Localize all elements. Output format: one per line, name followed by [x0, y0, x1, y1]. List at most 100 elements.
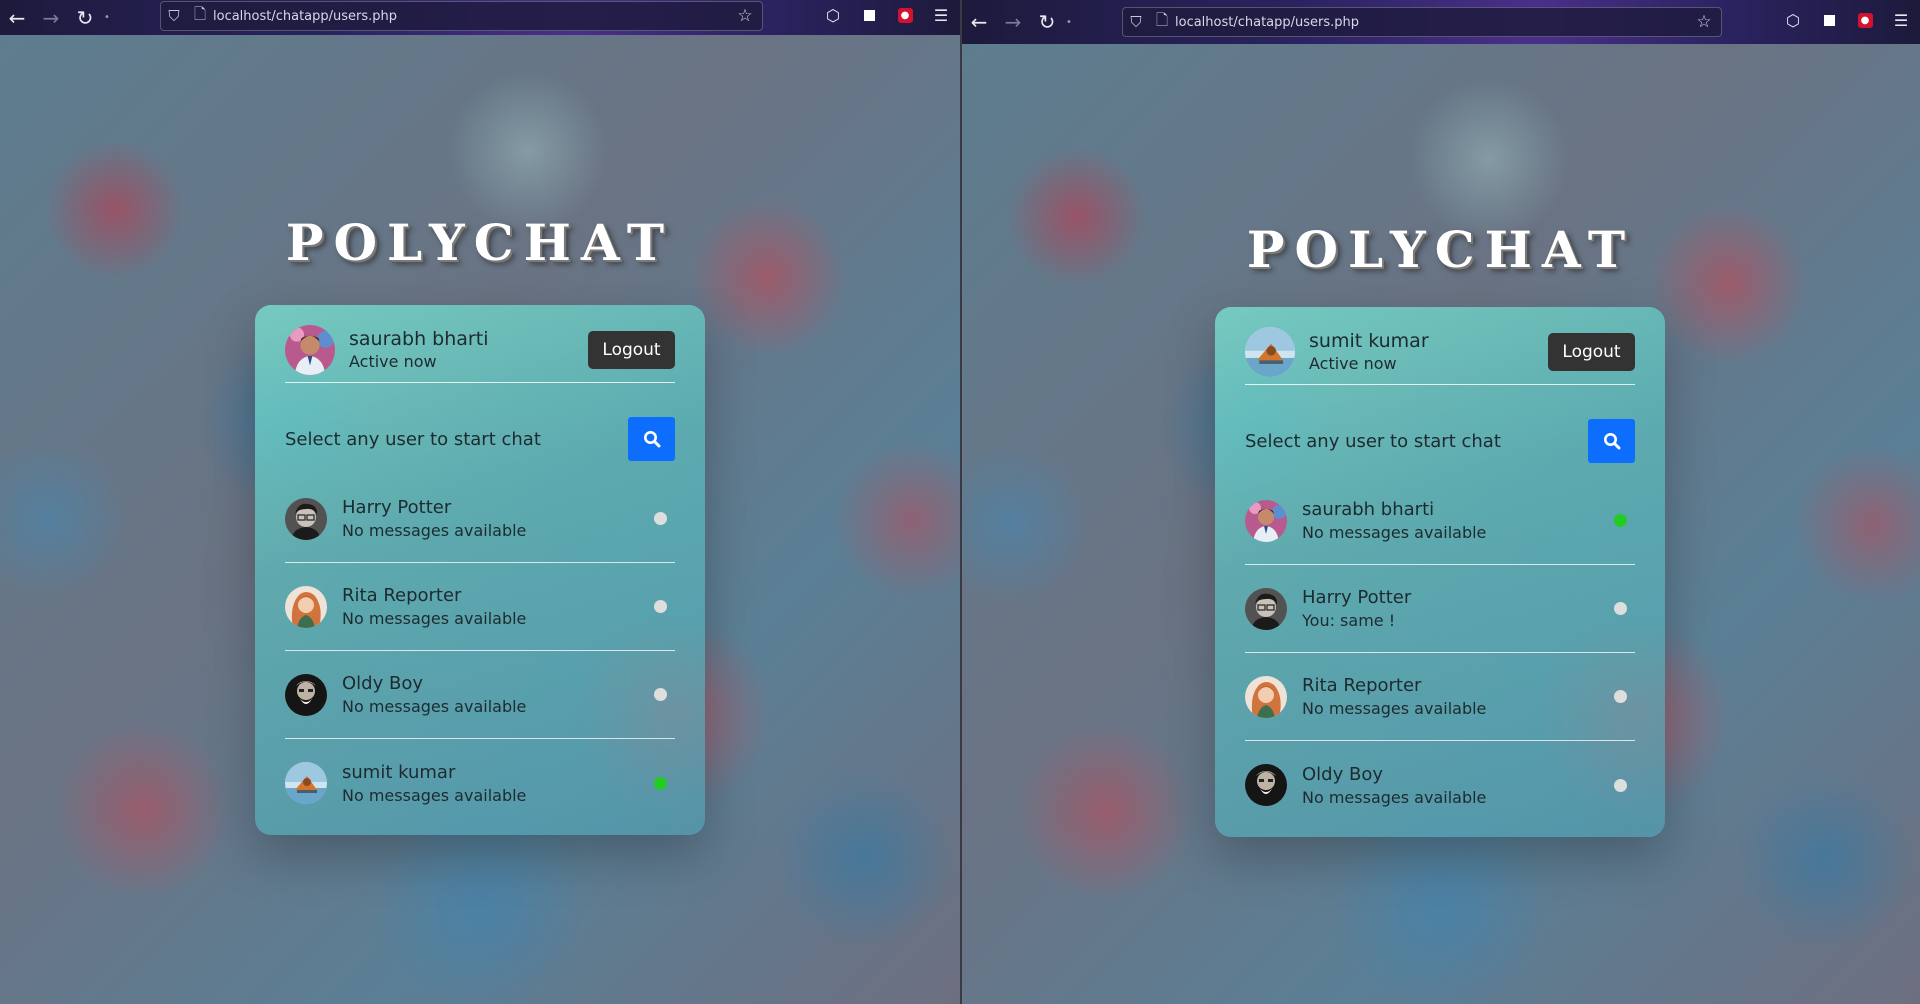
shield-icon[interactable]: ⛉	[161, 7, 187, 25]
adblock-icon[interactable]: ●	[894, 4, 916, 26]
menu-icon[interactable]: ☰	[1890, 9, 1912, 31]
current-user-avatar	[1245, 327, 1295, 377]
user-row-rita-reporter[interactable]: Rita Reporter No messages available	[285, 563, 675, 651]
user-row-sumit-kumar[interactable]: sumit kumar No messages available	[285, 739, 675, 827]
user-avatar	[1245, 676, 1287, 718]
logout-button[interactable]: Logout	[588, 330, 675, 369]
user-last-message: No messages available	[342, 697, 527, 716]
status-dot-offline	[654, 512, 667, 525]
users-card: sumit kumar Active now Logout Select any…	[1215, 307, 1665, 837]
user-row-harry-potter[interactable]: Harry Potter No messages available	[285, 475, 675, 563]
user-avatar	[285, 586, 327, 628]
user-name: Rita Reporter	[1302, 675, 1422, 696]
avatar-image-icon	[1245, 588, 1287, 630]
browser-toolbar: ← → ↻ • ⛉ 🗋 localhost/chatapp/users.php …	[0, 0, 960, 35]
browser-window-right: ← → ↻ • ⛉ 🗋 localhost/chatapp/users.php …	[962, 0, 1920, 1004]
search-button[interactable]	[1588, 419, 1635, 463]
user-row-harry-potter[interactable]: Harry Potter You: same !	[1245, 565, 1635, 653]
user-avatar	[1245, 588, 1287, 630]
user-list: saurabh bharti No messages available Har…	[1245, 477, 1635, 829]
user-name: Harry Potter	[342, 497, 452, 518]
brand-title: POLYCHAT	[285, 213, 675, 272]
current-user-avatar	[285, 325, 335, 375]
avatar-image-icon	[285, 325, 335, 375]
bookmark-star-icon[interactable]: ☆	[728, 6, 762, 26]
extension-square-icon[interactable]	[858, 4, 880, 26]
user-row-oldy-boy[interactable]: Oldy Boy No messages available	[1245, 741, 1635, 829]
user-row-saurabh-bharti[interactable]: saurabh bharti No messages available	[1245, 477, 1635, 565]
browser-toolbar: ← → ↻ • ⛉ 🗋 localhost/chatapp/users.php …	[962, 0, 1920, 44]
status-dot-offline	[654, 688, 667, 701]
avatar-image-icon	[285, 674, 327, 716]
page-viewport: POLYCHAT sumit kumar Active now Logout S…	[962, 44, 1920, 1004]
avatar-image-icon	[1245, 500, 1287, 542]
adblock-icon[interactable]: ●	[1854, 9, 1876, 31]
browser-window-left: ← → ↻ • ⛉ 🗋 localhost/chatapp/users.php …	[0, 0, 960, 1004]
pocket-icon[interactable]: ⬡	[822, 4, 844, 26]
search-row: Select any user to start chat	[1245, 419, 1635, 463]
user-name: Harry Potter	[1302, 587, 1412, 608]
status-dot-offline	[1614, 602, 1627, 615]
current-user-header: sumit kumar Active now Logout	[1245, 325, 1635, 385]
back-icon[interactable]: ←	[962, 7, 996, 37]
page-viewport: POLYCHAT saurabh bharti Active now Logou…	[0, 35, 960, 1004]
status-dot-online	[654, 776, 667, 790]
user-name: Oldy Boy	[342, 673, 423, 694]
page-icon: 🗋	[193, 4, 207, 23]
logout-button[interactable]: Logout	[1548, 332, 1635, 371]
search-button[interactable]	[628, 417, 675, 461]
status-dot-online	[1614, 514, 1627, 527]
shield-icon[interactable]: ⛉	[1123, 13, 1149, 31]
current-user-name: sumit kumar	[1309, 330, 1429, 352]
status-dot-offline	[1614, 690, 1627, 703]
menu-icon[interactable]: ☰	[930, 4, 952, 26]
bookmark-star-icon[interactable]: ☆	[1687, 12, 1721, 32]
url-text[interactable]: localhost/chatapp/users.php	[1175, 15, 1687, 30]
search-prompt: Select any user to start chat	[1245, 430, 1501, 452]
avatar-image-icon	[1245, 764, 1287, 806]
avatar-image-icon	[1245, 676, 1287, 718]
search-icon	[1603, 433, 1620, 450]
url-text[interactable]: localhost/chatapp/users.php	[213, 9, 728, 24]
user-avatar	[285, 762, 327, 804]
avatar-image-icon	[285, 762, 327, 804]
user-avatar	[285, 498, 327, 540]
user-name: sumit kumar	[342, 761, 456, 783]
page-icon: 🗋	[1155, 10, 1169, 29]
user-avatar	[1245, 500, 1287, 542]
reload-icon[interactable]: ↻	[68, 3, 102, 33]
user-row-oldy-boy[interactable]: Oldy Boy No messages available	[285, 651, 675, 739]
current-user-name: saurabh bharti	[349, 328, 489, 350]
avatar-image-icon	[1245, 327, 1295, 377]
user-last-message: No messages available	[342, 609, 527, 628]
toolbar-spacer-dot: •	[1066, 16, 1072, 28]
user-avatar	[1245, 764, 1287, 806]
reload-icon[interactable]: ↻	[1030, 7, 1064, 37]
address-bar[interactable]: ⛉ 🗋 localhost/chatapp/users.php ☆	[160, 1, 763, 31]
pocket-icon[interactable]: ⬡	[1782, 9, 1804, 31]
user-last-message: No messages available	[1302, 787, 1487, 807]
search-row: Select any user to start chat	[285, 417, 675, 461]
back-icon[interactable]: ←	[0, 3, 34, 33]
user-last-message: No messages available	[1302, 523, 1487, 542]
user-last-message: No messages available	[342, 521, 527, 540]
toolbar-spacer-dot: •	[104, 12, 110, 23]
forward-icon[interactable]: →	[996, 7, 1030, 37]
status-dot-offline	[654, 600, 667, 613]
user-last-message: No messages available	[342, 785, 527, 805]
extension-square-icon[interactable]	[1818, 9, 1840, 31]
user-name: Rita Reporter	[342, 585, 462, 606]
status-dot-offline	[1614, 778, 1627, 792]
brand-title: POLYCHAT	[1246, 220, 1636, 279]
user-list: Harry Potter No messages available Rita …	[285, 475, 675, 827]
user-name: Oldy Boy	[1302, 763, 1383, 785]
avatar-image-icon	[285, 498, 327, 540]
user-last-message: No messages available	[1302, 699, 1487, 718]
current-user-status: Active now	[1309, 354, 1397, 373]
forward-icon[interactable]: →	[34, 3, 68, 33]
avatar-image-icon	[285, 586, 327, 628]
search-icon	[643, 431, 660, 448]
search-prompt: Select any user to start chat	[285, 428, 541, 450]
address-bar[interactable]: ⛉ 🗋 localhost/chatapp/users.php ☆	[1122, 7, 1722, 37]
user-row-rita-reporter[interactable]: Rita Reporter No messages available	[1245, 653, 1635, 741]
